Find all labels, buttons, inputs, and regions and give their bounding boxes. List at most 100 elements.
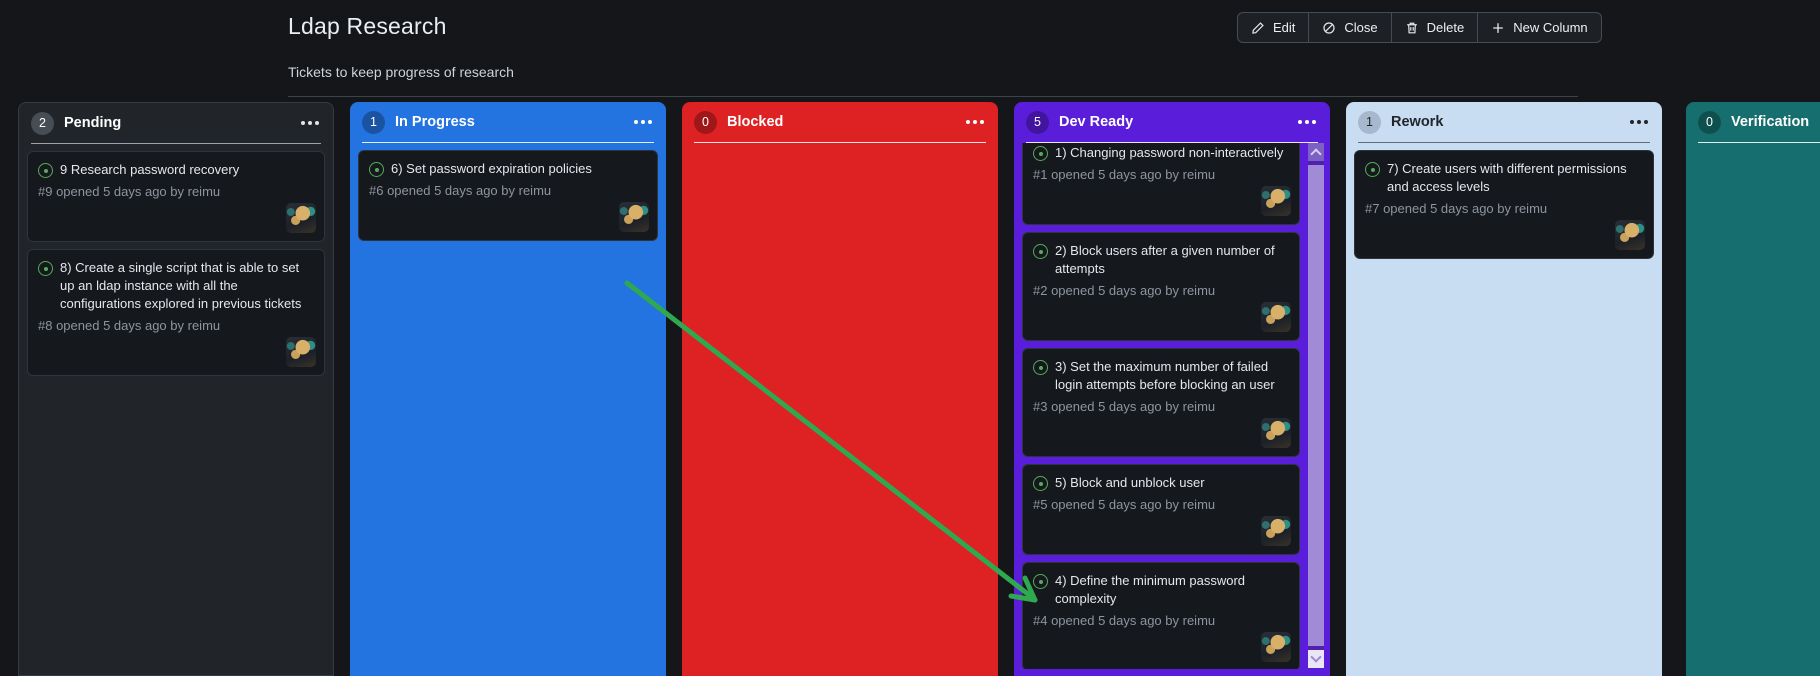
card[interactable]: 2) Block users after a given number of a… [1022,232,1300,341]
avatar [1261,516,1291,546]
avatar [1261,186,1291,216]
card-meta: #1 opened 5 days ago by reimu [1033,167,1216,182]
chevron-down-icon [1310,651,1322,663]
new-column-button-label: New Column [1513,20,1588,35]
avatar [286,203,316,233]
card-title: 6) Set password expiration policies [391,161,592,176]
column-body: 6) Set password expiration policies #6 o… [350,143,666,669]
issue-opened-icon [1033,574,1048,589]
column-in-progress: 1 In Progress 6) Set password expiration… [350,102,666,676]
column-body: 9 Research password recovery #9 opened 5… [19,144,333,670]
card-title: 8) Create a single script that is able t… [60,260,302,311]
column-body [682,143,998,669]
column-scrollbar[interactable] [1308,143,1324,668]
issue-opened-icon [369,162,384,177]
column-count-badge: 0 [1698,110,1721,134]
plus-icon [1493,22,1504,33]
column-body: 7) Create users with different permissio… [1346,143,1662,669]
card[interactable]: 4) Define the minimum password complexit… [1022,562,1300,669]
avatar [1615,220,1645,250]
card[interactable]: 1) Changing password non-interactively #… [1022,143,1300,225]
card-title: 2) Block users after a given number of a… [1055,243,1275,276]
issue-opened-icon [38,163,53,178]
card-meta: #8 opened 5 days ago by reimu [38,318,221,333]
card[interactable]: 9 Research password recovery #9 opened 5… [27,151,325,242]
board-toolbar: Edit Close Delete New Column [1237,12,1602,43]
column-menu-icon[interactable] [1630,120,1634,124]
column-body [1686,143,1820,669]
issue-opened-icon [1033,244,1048,259]
edit-button-label: Edit [1273,20,1296,35]
column-header: 1 In Progress [350,102,666,142]
column-title: Dev Ready [1059,114,1134,130]
column-title: Rework [1391,114,1444,130]
column-pending: 2 Pending 9 Research password recovery #… [18,102,334,676]
card-title: 9 Research password recovery [60,162,240,177]
column-rework: 1 Rework 7) Create users with different … [1346,102,1662,676]
column-menu-icon[interactable] [634,120,638,124]
issue-opened-icon [1033,476,1048,491]
page-title: Ldap Research [288,13,447,39]
project-board-page: Ldap Research Tickets to keep progress o… [0,0,1820,676]
card-meta: #7 opened 5 days ago by reimu [1365,201,1548,216]
column-title: Blocked [727,114,784,130]
column-header: 5 Dev Ready [1014,102,1330,142]
column-menu-icon[interactable] [966,120,970,124]
card-meta: #6 opened 5 days ago by reimu [369,183,552,198]
card-meta: #5 opened 5 days ago by reimu [1033,497,1216,512]
column-menu-icon[interactable] [1298,120,1302,124]
card[interactable]: 3) Set the maximum number of failed logi… [1022,348,1300,457]
issue-opened-icon [1033,146,1048,161]
column-verification: 0 Verification [1686,102,1820,676]
column-menu-icon[interactable] [301,121,305,125]
column-title: Verification [1731,114,1810,130]
scrollbar-thumb[interactable] [1308,165,1324,646]
card-title: 4) Define the minimum password complexit… [1055,573,1246,606]
issue-opened-icon [38,261,53,276]
card-meta: #3 opened 5 days ago by reimu [1033,399,1216,414]
column-count-badge: 1 [362,110,385,134]
column-header: 1 Rework [1346,102,1662,142]
scroll-down-button[interactable] [1308,650,1324,668]
column-dev-ready: 5 Dev Ready 1) Changing password non-int… [1014,102,1330,676]
trash-icon [1406,22,1417,33]
new-column-button[interactable]: New Column [1477,13,1600,42]
avatar [1261,632,1291,662]
close-button[interactable]: Close [1308,13,1390,42]
card[interactable]: 5) Block and unblock user #5 opened 5 da… [1022,464,1300,555]
avatar [286,337,316,367]
column-blocked: 0 Blocked [682,102,998,676]
card[interactable]: 8) Create a single script that is able t… [27,249,325,376]
column-header: 0 Verification [1686,102,1820,142]
card[interactable]: 7) Create users with different permissio… [1354,150,1654,259]
column-count-badge: 5 [1026,110,1049,134]
column-header: 0 Blocked [682,102,998,142]
delete-button[interactable]: Delete [1390,13,1478,42]
chevron-up-icon [1310,148,1322,160]
card-meta: #4 opened 5 days ago by reimu [1033,613,1216,628]
issue-opened-icon [1365,162,1380,177]
column-title: Pending [64,115,122,131]
column-count-badge: 2 [31,111,54,135]
card-meta: #2 opened 5 days ago by reimu [1033,283,1216,298]
column-count-badge: 1 [1358,110,1381,134]
delete-button-label: Delete [1426,20,1465,35]
card-title: 5) Block and unblock user [1055,475,1205,490]
header-divider [288,96,1578,97]
card[interactable]: 6) Set password expiration policies #6 o… [358,150,658,241]
avatar [1261,418,1291,448]
column-header: 2 Pending [19,103,333,143]
column-count-badge: 0 [694,110,717,134]
column-title: In Progress [395,114,475,130]
page-subtitle: Tickets to keep progress of research [288,64,514,80]
pencil-icon [1252,21,1264,34]
issue-opened-icon [1033,360,1048,375]
card-meta: #9 opened 5 days ago by reimu [38,184,221,199]
card-title: 7) Create users with different permissio… [1387,161,1627,194]
scroll-up-button[interactable] [1308,143,1324,161]
column-body: 1) Changing password non-interactively #… [1014,143,1330,669]
avatar [619,202,649,232]
avatar [1261,302,1291,332]
edit-button[interactable]: Edit [1238,13,1308,42]
circle-slash-icon [1323,21,1336,34]
